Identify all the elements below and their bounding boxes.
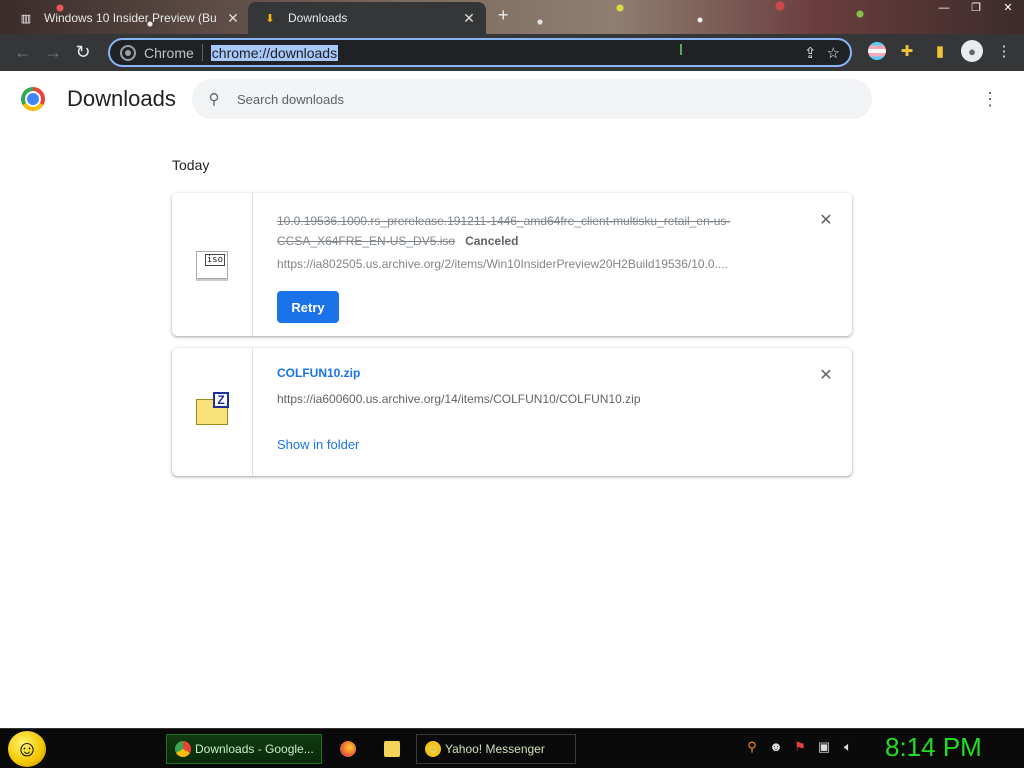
search-downloads[interactable]: ⚲ xyxy=(192,79,872,119)
retry-button[interactable]: Retry xyxy=(277,291,339,323)
file-name[interactable]: COLFUN10.zip xyxy=(277,366,360,380)
messenger-tray-icon[interactable]: ☻ xyxy=(768,739,784,755)
close-tab-icon[interactable]: ✕ xyxy=(222,10,244,27)
minimize-icon[interactable]: — xyxy=(928,0,960,16)
search-input[interactable] xyxy=(237,91,837,107)
extensions-puzzle-icon[interactable]: ✚ xyxy=(895,39,919,63)
taskbar-label: Yahoo! Messenger xyxy=(445,742,545,756)
download-item: Z COLFUN10.zip https://ia600600.us.archi… xyxy=(172,348,852,476)
flag-tray-icon[interactable]: ⚑ xyxy=(792,739,808,755)
more-actions-icon[interactable]: ⋮ xyxy=(980,87,1000,111)
text-cursor-icon: I xyxy=(678,42,684,59)
side-panel-icon[interactable]: ▮ xyxy=(928,39,952,63)
downloads-page: Downloads ⚲ ⋮ Today iso 10.0.19536.1000.… xyxy=(0,71,1024,728)
menu-kebab-icon[interactable]: ⋮ xyxy=(992,39,1016,63)
taskbar-item-yahoo[interactable]: ☺ Yahoo! Messenger xyxy=(416,734,576,764)
date-group-label: Today xyxy=(172,157,210,173)
folder-icon xyxy=(384,741,400,757)
chrome-logo-icon xyxy=(21,87,45,111)
source-url[interactable]: https://ia802505.us.archive.org/2/items/… xyxy=(277,257,728,271)
address-bar[interactable]: Chrome chrome://downloads I ⇪ ☆ xyxy=(108,38,852,67)
tab-windows-insider[interactable]: ▥ Windows 10 Insider Preview (Bu ✕ xyxy=(14,2,250,34)
chip-label: Chrome xyxy=(144,44,194,61)
url-text[interactable]: chrome://downloads xyxy=(210,44,339,61)
new-tab-button[interactable]: + xyxy=(498,5,509,26)
close-tab-icon[interactable]: ✕ xyxy=(458,10,480,27)
archive-icon: ▥ xyxy=(20,12,32,25)
download-icon: ⬇ xyxy=(265,12,275,25)
back-icon[interactable]: ← xyxy=(8,38,38,68)
remove-item-icon[interactable]: ✕ xyxy=(818,368,834,384)
tab-strip: ▥ Windows 10 Insider Preview (Bu ✕ ⬇ Dow… xyxy=(0,0,1024,34)
page-header: Downloads ⚲ ⋮ xyxy=(0,71,1024,127)
taskbar: ☺ Downloads - Google... ☺ Yahoo! Messeng… xyxy=(0,728,1024,768)
search-icon[interactable]: ⚲ xyxy=(194,90,234,108)
taskbar-label: Downloads - Google... xyxy=(195,742,314,756)
share-icon[interactable]: ⇪ xyxy=(804,44,817,62)
show-in-folder-link[interactable]: Show in folder xyxy=(277,437,359,452)
iso-file-icon: iso xyxy=(196,250,228,279)
remove-item-icon[interactable]: ✕ xyxy=(818,213,834,229)
system-tray: ⚲ ☻ ⚑ ▣ 🔈︎ xyxy=(744,739,856,755)
chrome-icon xyxy=(175,741,191,757)
site-chip[interactable]: Chrome xyxy=(120,44,203,61)
profile-avatar-icon[interactable]: ● xyxy=(961,40,983,62)
start-smiley-icon[interactable]: ☺ xyxy=(8,731,46,767)
clock[interactable]: 8:14 PM xyxy=(885,732,982,763)
close-window-icon[interactable]: ✕ xyxy=(992,0,1024,16)
maximize-icon[interactable]: ❐ xyxy=(960,0,992,16)
network-tray-icon[interactable]: ▣ xyxy=(816,739,832,755)
reload-icon[interactable]: ↻ xyxy=(68,38,98,68)
yahoo-icon: ☺ xyxy=(425,741,441,757)
browser-toolbar: ← → ↻ Chrome chrome://downloads I ⇪ ☆ ✚ … xyxy=(0,34,1024,71)
forward-icon[interactable]: → xyxy=(38,38,68,68)
file-name: 10.0.19536.1000.rs_prerelease.191211-144… xyxy=(277,211,777,251)
taskbar-item-folder[interactable] xyxy=(380,734,406,764)
iso-label: iso xyxy=(204,253,225,266)
file-icon-column: Z xyxy=(172,348,253,476)
zip-file-icon: Z xyxy=(196,392,229,425)
file-icon-column: iso xyxy=(172,193,253,336)
search-tray-icon[interactable]: ⚲ xyxy=(744,739,760,755)
download-item: iso 10.0.19536.1000.rs_prerelease.191211… xyxy=(172,193,852,336)
bookmark-star-icon[interactable]: ☆ xyxy=(827,44,840,62)
firefox-icon xyxy=(340,741,356,757)
tab-title: Downloads xyxy=(288,11,348,25)
tab-title: Windows 10 Insider Preview (Bu xyxy=(44,11,217,25)
taskbar-item-firefox[interactable] xyxy=(336,734,362,764)
tab-downloads[interactable]: ⬇ Downloads ✕ xyxy=(248,2,486,34)
pride-flag-icon[interactable] xyxy=(868,42,886,60)
source-url[interactable]: https://ia600600.us.archive.org/14/items… xyxy=(277,392,641,406)
window-controls: — ❐ ✕ xyxy=(928,0,1024,16)
page-title: Downloads xyxy=(67,86,176,111)
volume-tray-icon[interactable]: 🔈︎ xyxy=(840,739,856,755)
download-status: Canceled xyxy=(465,234,519,248)
taskbar-item-chrome[interactable]: Downloads - Google... xyxy=(166,734,322,764)
zip-label: Z xyxy=(213,392,229,408)
chrome-icon xyxy=(120,44,136,61)
